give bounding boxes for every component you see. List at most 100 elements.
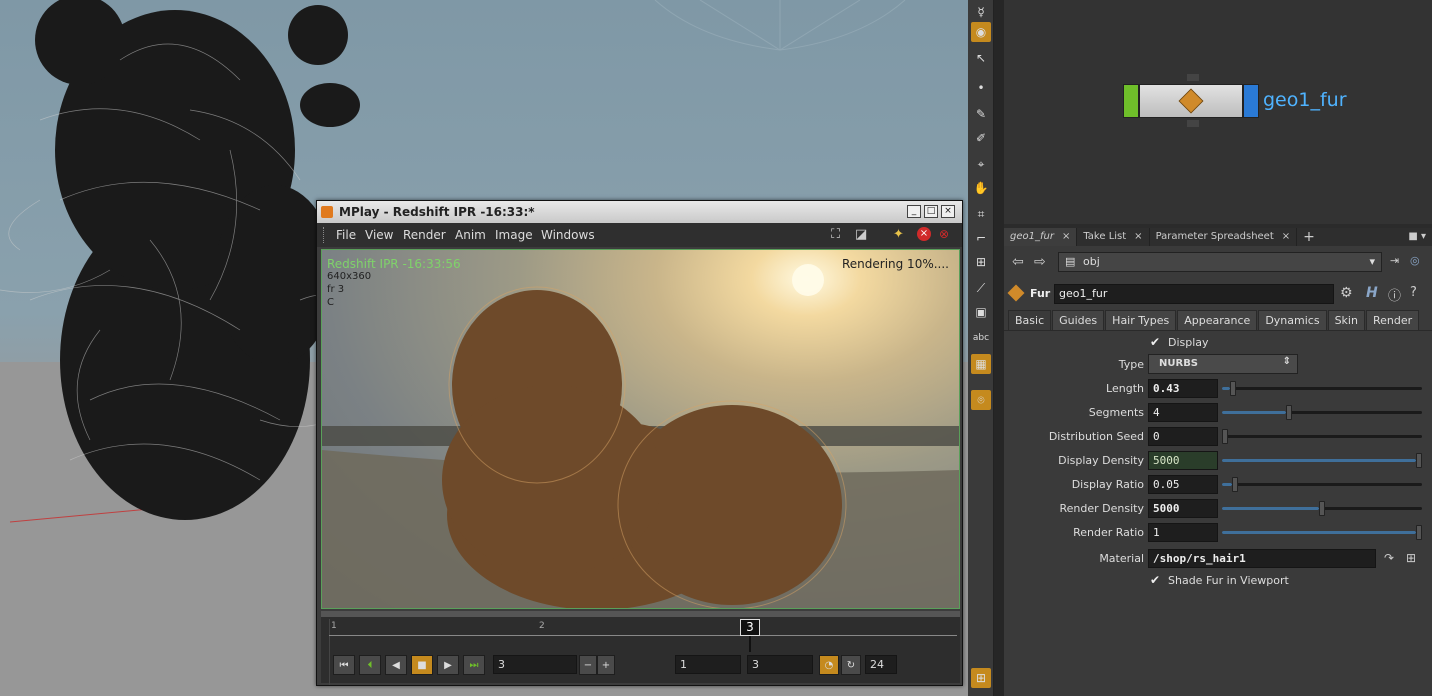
display-density-field[interactable]: 5000: [1148, 451, 1218, 470]
pin-icon[interactable]: ⇥: [1390, 254, 1399, 267]
jump-end-icon[interactable]: ⏭: [463, 655, 485, 675]
menu-windows[interactable]: Windows: [541, 228, 595, 242]
node-name-field[interactable]: geo1_fur: [1054, 284, 1334, 304]
slider-knob[interactable]: [1416, 525, 1422, 540]
view-tool-icon[interactable]: ◉: [971, 22, 991, 42]
shade-fur-checkbox[interactable]: ✔: [1150, 574, 1162, 586]
menu-image[interactable]: Image: [495, 228, 533, 242]
fps-field[interactable]: 24: [865, 655, 897, 674]
gear-icon[interactable]: ⚙: [1340, 285, 1353, 301]
display-ratio-field[interactable]: 0.05: [1148, 475, 1218, 494]
brush-tool-icon[interactable]: ✎: [971, 104, 991, 124]
play-forward-icon[interactable]: ▶: [437, 655, 459, 675]
play-reverse-icon[interactable]: ◀: [385, 655, 407, 675]
node-chooser-icon[interactable]: ⊞: [1406, 551, 1416, 565]
pin-tool-icon[interactable]: ⌾: [971, 390, 991, 410]
segments-field[interactable]: 4: [1148, 403, 1218, 422]
tab-hair-types[interactable]: Hair Types: [1105, 310, 1177, 330]
node-name-label[interactable]: geo1_fur: [1263, 89, 1347, 111]
pane-divider[interactable]: [994, 0, 1004, 696]
point-tool-icon[interactable]: •: [971, 78, 991, 98]
slider-knob[interactable]: [1229, 381, 1236, 396]
node-body[interactable]: [1139, 84, 1243, 118]
capture-tool-icon[interactable]: ▣: [971, 302, 991, 322]
network-editor[interactable]: geo1_fur: [1004, 0, 1432, 224]
close-icon[interactable]: ×: [1282, 228, 1290, 246]
paint-tool-icon[interactable]: ✋: [971, 178, 991, 198]
pose-tool-icon[interactable]: ☿: [971, 2, 991, 22]
close-button[interactable]: ×: [941, 205, 955, 218]
render-image[interactable]: Redshift IPR -16:33:56 640x360 fr 3 C Re…: [321, 249, 960, 609]
length-field[interactable]: 0.43: [1148, 379, 1218, 398]
display-density-slider[interactable]: [1222, 453, 1422, 468]
stop-render-icon[interactable]: ×: [917, 227, 931, 241]
realtime-toggle-icon[interactable]: ◔: [819, 655, 839, 675]
jump-to-icon[interactable]: ↷: [1384, 551, 1394, 565]
render-density-field[interactable]: 5000: [1148, 499, 1218, 518]
add-tab-icon[interactable]: +: [1297, 228, 1321, 246]
render-density-slider[interactable]: [1222, 501, 1422, 516]
snap-tool-icon[interactable]: ⌖: [971, 154, 991, 174]
loop-icon[interactable]: ↻: [841, 655, 861, 675]
slider-knob[interactable]: [1222, 429, 1228, 444]
length-slider[interactable]: [1222, 381, 1422, 396]
render-ratio-slider[interactable]: [1222, 525, 1422, 540]
image-tool-icon[interactable]: ▦: [971, 354, 991, 374]
tab-appearance[interactable]: Appearance: [1177, 310, 1258, 330]
menu-anim[interactable]: Anim: [455, 228, 486, 242]
fit-view-icon[interactable]: ⛶: [831, 227, 840, 242]
pen-tool-icon[interactable]: ✐: [971, 128, 991, 148]
jump-start-icon[interactable]: ⏮: [333, 655, 355, 675]
tab-geo1-fur[interactable]: geo1_fur ×: [1004, 228, 1078, 246]
menu-render[interactable]: Render: [403, 228, 446, 242]
help-icon[interactable]: ?: [1410, 285, 1417, 300]
seed-field[interactable]: 0: [1148, 427, 1218, 446]
seed-slider[interactable]: [1222, 429, 1422, 444]
mplay-window[interactable]: MPlay - Redshift IPR -16:33:* _ □ × File…: [316, 200, 963, 686]
timeline-track[interactable]: [329, 635, 957, 636]
tab-skin[interactable]: Skin: [1327, 310, 1365, 330]
slider-knob[interactable]: [1286, 405, 1293, 420]
render-ratio-field[interactable]: 1: [1148, 523, 1218, 542]
mplay-title-bar[interactable]: MPlay - Redshift IPR -16:33:* _ □ ×: [317, 201, 962, 223]
maximize-button[interactable]: □: [924, 205, 938, 218]
segments-slider[interactable]: [1222, 405, 1422, 420]
tab-parameter-spreadsheet[interactable]: Parameter Spreadsheet ×: [1150, 228, 1298, 246]
range-end-field[interactable]: 3: [747, 655, 813, 674]
menu-file[interactable]: File: [336, 228, 356, 242]
tab-basic[interactable]: Basic: [1008, 310, 1052, 330]
back-arrow-icon[interactable]: ⇦: [1012, 254, 1024, 270]
frame-field[interactable]: 3: [493, 655, 577, 674]
timeline-playhead[interactable]: [749, 636, 751, 652]
info-icon[interactable]: ⓘ: [1388, 285, 1401, 304]
path-selector[interactable]: obj ▤ ▾: [1058, 252, 1382, 272]
transform-tool-icon[interactable]: ⊞: [971, 252, 991, 272]
range-start-field[interactable]: 1: [675, 655, 741, 674]
disconnect-icon[interactable]: ⊗: [939, 227, 949, 241]
text-tool-icon[interactable]: abc: [971, 328, 991, 348]
layout-tool-icon[interactable]: ⊞: [971, 668, 991, 688]
close-icon[interactable]: ×: [1134, 228, 1142, 246]
menu-view[interactable]: View: [365, 228, 393, 242]
link-icon[interactable]: ◎: [1410, 254, 1420, 267]
snapshot-icon[interactable]: ✦: [893, 227, 904, 242]
type-select[interactable]: NURBS ⇕: [1148, 354, 1298, 374]
houdini-help-icon[interactable]: H: [1366, 285, 1378, 301]
step-back-key-icon[interactable]: ⏴: [359, 655, 381, 675]
measure-tool-icon[interactable]: ⌐: [971, 228, 991, 248]
node-render-flag[interactable]: [1243, 84, 1259, 118]
timeline-scrollbar[interactable]: [321, 611, 960, 617]
minimize-button[interactable]: _: [907, 205, 921, 218]
display-checkbox[interactable]: ✔: [1150, 336, 1162, 348]
frame-increment-button[interactable]: +: [597, 655, 615, 675]
frame-decrement-button[interactable]: −: [579, 655, 597, 675]
slider-knob[interactable]: [1416, 453, 1422, 468]
close-icon[interactable]: ×: [1062, 228, 1070, 246]
slider-knob[interactable]: [1231, 477, 1238, 492]
node-display-flag[interactable]: [1123, 84, 1139, 118]
stop-icon[interactable]: ■: [411, 655, 433, 675]
region-icon[interactable]: ◪: [855, 227, 867, 242]
slider-knob[interactable]: [1319, 501, 1325, 516]
timeline-current-frame[interactable]: 3: [740, 619, 760, 636]
comb-tool-icon[interactable]: ⌗: [971, 204, 991, 224]
